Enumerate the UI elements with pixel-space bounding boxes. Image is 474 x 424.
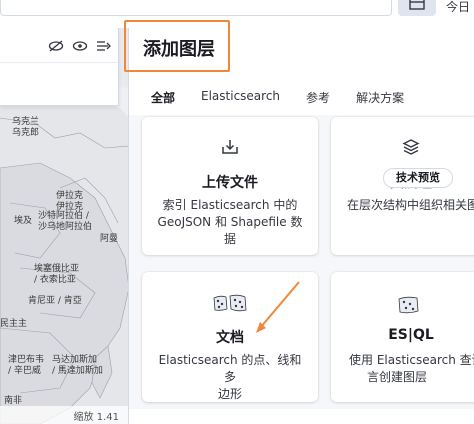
top-bar: 今日 xyxy=(0,0,474,20)
map-canvas[interactable]: 乌克兰 乌克郎 伊拉克 伊拉克 埃及 沙特阿拉伯 / 沙乌地阿拉伯 阿曼 埃塞俄… xyxy=(0,28,129,424)
card-description: 在层次结构中组织相关图 xyxy=(347,197,474,214)
zoom-level: 缩放 1.41 xyxy=(73,412,119,423)
map-label: 津巴布韦 xyxy=(8,355,45,365)
page-title: 添加图层 xyxy=(143,39,215,60)
collapse-panel-icon[interactable] xyxy=(96,38,112,52)
panel-divider xyxy=(0,62,118,63)
esql-card[interactable]: ES|QL 使用 Elasticsearch 查询 言创建图层 xyxy=(331,272,474,402)
desc-line: Elasticsearch 的点、线和多 xyxy=(158,353,302,384)
map-label: 乌克兰 xyxy=(12,117,40,127)
add-layer-flyout: 添加图层 全部 Elasticsearch 参考 解决方案 上传文件 索引 El… xyxy=(124,20,474,424)
map-label: 沙乌地阿拉伯 xyxy=(38,222,93,232)
card-title: 文档 xyxy=(216,330,244,346)
desc-line: 使用 Elasticsearch 查询 xyxy=(349,353,474,367)
upload-icon xyxy=(220,137,240,161)
flyout-footer xyxy=(129,409,474,424)
technical-preview-badge: 技术预览 xyxy=(383,168,453,188)
card-title: 上传文件 xyxy=(202,175,258,191)
desc-line: 索引 Elasticsearch 中的 xyxy=(162,198,298,212)
tab-elasticsearch[interactable]: Elasticsearch xyxy=(201,89,280,106)
layers-icon xyxy=(401,137,421,161)
map-label: 民主主 xyxy=(0,319,28,329)
search-input[interactable] xyxy=(0,0,392,16)
tab-all[interactable]: 全部 xyxy=(151,89,175,106)
layer-tabs: 全部 Elasticsearch 参考 解决方案 xyxy=(151,89,430,106)
map-label: 伊拉克 xyxy=(56,191,84,201)
desc-line: 在层次结构中组织相关图 xyxy=(347,198,474,212)
eye-closed-icon[interactable] xyxy=(48,38,64,52)
card-description: 使用 Elasticsearch 查询 言创建图层 xyxy=(349,352,474,386)
map-label: 埃塞俄比亚 xyxy=(34,264,80,274)
esql-icon xyxy=(397,294,425,320)
map-label: 乌克郎 xyxy=(12,128,40,138)
date-label[interactable]: 今日 xyxy=(446,0,470,15)
desc-line: GeoJSON 和 Shapefile 数 xyxy=(157,215,303,229)
desc-line: 据 xyxy=(223,232,236,246)
map-label: / 衣索比亚 xyxy=(34,275,76,285)
map-label: 马达加斯加 xyxy=(52,355,98,365)
card-title: ES|QL xyxy=(388,327,434,343)
eye-icon[interactable] xyxy=(72,38,88,52)
upload-file-card[interactable]: 上传文件 索引 Elasticsearch 中的 GeoJSON 和 Shape… xyxy=(142,117,318,255)
map-label: 埃及 xyxy=(14,216,33,226)
calendar-button[interactable] xyxy=(398,0,436,16)
map-label: 沙特阿拉伯 / xyxy=(38,211,89,221)
layer-control-panel xyxy=(0,28,119,106)
map-label: / 辛巴威 xyxy=(8,366,41,376)
map-scale-bar: 缩放 1.41 xyxy=(0,406,128,424)
card-description: Elasticsearch 的点、线和多 边形 xyxy=(156,352,304,403)
tab-reference[interactable]: 参考 xyxy=(306,89,330,106)
calendar-icon xyxy=(409,0,425,10)
desc-line: 边形 xyxy=(217,387,242,401)
desc-line: 言创建图层 xyxy=(367,370,428,384)
map-label: / 馬達加斯加 xyxy=(52,366,103,376)
layer-card-grid: 上传文件 索引 Elasticsearch 中的 GeoJSON 和 Shape… xyxy=(129,115,474,409)
tab-solutions[interactable]: 解决方案 xyxy=(356,89,404,106)
documents-icon xyxy=(212,292,248,318)
map-label: 阿曼 xyxy=(100,234,119,244)
documents-card[interactable]: 文档 Elasticsearch 的点、线和多 边形 xyxy=(142,272,318,402)
map-label: 肯尼亚 / 肯亞 xyxy=(28,296,82,306)
card-description: 索引 Elasticsearch 中的 GeoJSON 和 Shapefile … xyxy=(156,197,304,248)
